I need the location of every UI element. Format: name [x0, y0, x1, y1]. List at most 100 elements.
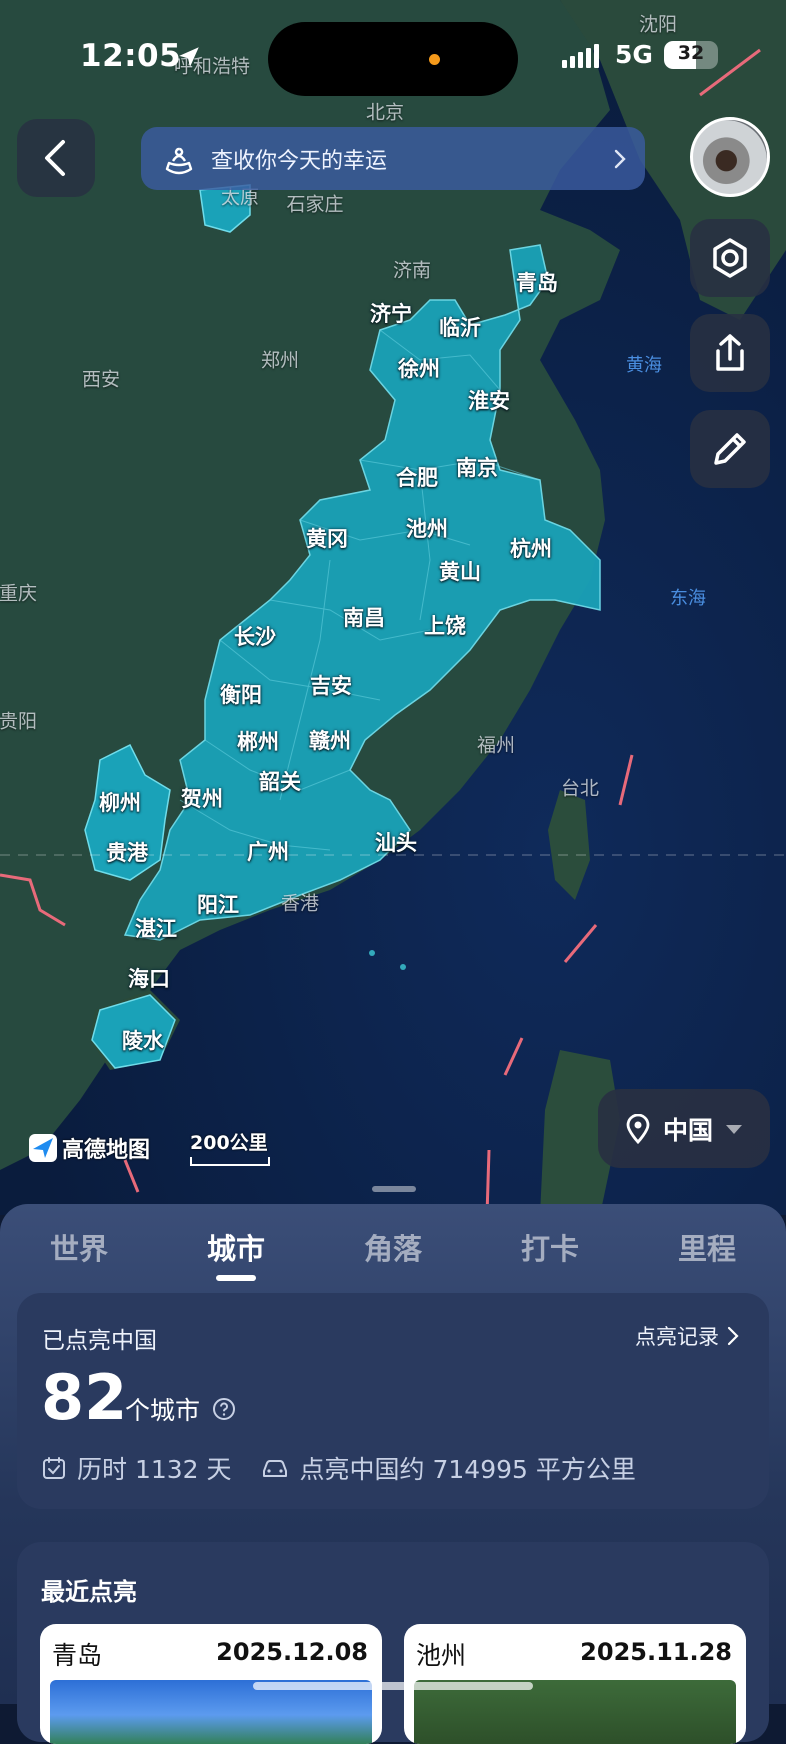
city-label-hangzhou[interactable]: 杭州: [510, 533, 552, 563]
map-provider-logo: 高德地图: [28, 1132, 150, 1164]
tab-mileage[interactable]: 里程: [678, 1226, 736, 1268]
network-type: 5G: [615, 40, 653, 69]
hexagon-gear-icon: [713, 238, 747, 278]
city-label-shaoguan[interactable]: 韶关: [259, 766, 301, 796]
map-scale-text: 200公里: [190, 1132, 268, 1154]
place-label-guiyang: 贵阳: [0, 710, 38, 733]
place-label-zhengzhou: 郑州: [260, 349, 300, 372]
place-label-beijing: 北京: [365, 101, 405, 124]
city-label-ganzhou[interactable]: 赣州: [309, 725, 351, 755]
place-label-taipei: 台北: [560, 777, 600, 800]
chevron-right-icon: [613, 148, 627, 170]
place-label-hongkong: 香港: [280, 892, 320, 915]
place-label-shijiazhuang: 石家庄: [286, 193, 344, 216]
place-label-chongqing: 重庆: [0, 582, 38, 605]
city-label-hezhou[interactable]: 贺州: [181, 783, 223, 813]
city-label-shangrao[interactable]: 上饶: [424, 610, 466, 640]
share-icon: [716, 334, 744, 371]
record-link-label: 点亮记录: [635, 1325, 719, 1349]
daily-fortune-banner[interactable]: 查收你今天的幸运: [141, 127, 645, 190]
recent-city-name: 青岛: [52, 1641, 103, 1670]
status-time: 12:05: [80, 38, 182, 74]
region-selector-label: 中国: [662, 1115, 713, 1145]
car-icon: [262, 1460, 287, 1477]
location-pin-icon: [626, 1113, 650, 1144]
cellular-signal-icon: [562, 44, 599, 68]
place-label-shenyang: 沈阳: [638, 13, 678, 36]
tab-world[interactable]: 世界: [50, 1226, 108, 1268]
place-label-xian: 西安: [81, 368, 121, 391]
edit-button[interactable]: [690, 410, 770, 488]
home-indicator: [253, 1682, 533, 1690]
recent-date: 2025.12.08: [216, 1638, 368, 1666]
city-label-guangzhou[interactable]: 广州: [247, 836, 289, 866]
city-label-jining[interactable]: 济宁: [370, 298, 412, 328]
city-label-chizhou[interactable]: 池州: [406, 513, 448, 543]
city-label-shantou[interactable]: 汕头: [375, 827, 417, 857]
sea-label-huanghai: 黄海: [626, 355, 662, 376]
city-label-nanchang[interactable]: 南昌: [343, 602, 385, 632]
city-label-lingshui[interactable]: 陵水: [122, 1025, 164, 1055]
stats-card: 已点亮中国 点亮记录 82 个城市 历时 1132 天 点亮中国约 714995…: [17, 1293, 769, 1509]
dynamic-island: [268, 22, 518, 96]
share-button[interactable]: [690, 314, 770, 392]
recent-title: 最近点亮: [41, 1578, 137, 1606]
city-label-hengyang[interactable]: 衡阳: [220, 679, 262, 709]
place-label-fuzhou: 福州: [476, 734, 516, 757]
city-label-changsha[interactable]: 长沙: [234, 621, 276, 651]
pencil-icon: [714, 433, 746, 465]
city-label-qingdao[interactable]: 青岛: [516, 267, 558, 297]
city-label-chenzhou[interactable]: 郴州: [237, 726, 279, 756]
city-label-zhanjiang[interactable]: 湛江: [135, 913, 177, 943]
place-label-jinan: 济南: [392, 259, 432, 282]
region-selector[interactable]: 中国: [598, 1089, 770, 1168]
help-icon[interactable]: [212, 1397, 236, 1421]
city-label-yangjiang[interactable]: 阳江: [197, 889, 239, 919]
duration-text: 历时 1132 天: [77, 1455, 232, 1484]
stats-meta-row: 历时 1132 天 点亮中国约 714995 平方公里: [41, 1450, 636, 1486]
chevron-left-icon: [45, 140, 65, 176]
fortune-text: 查收你今天的幸运: [211, 148, 388, 174]
city-label-nanjing[interactable]: 南京: [456, 452, 498, 482]
active-tab-indicator: [216, 1275, 256, 1281]
battery-level: 32: [677, 42, 705, 64]
area-text: 点亮中国约 714995 平方公里: [299, 1455, 636, 1484]
record-link[interactable]: 点亮记录: [635, 1321, 739, 1351]
city-count-unit-row: 个城市: [125, 1391, 236, 1427]
city-label-jian[interactable]: 吉安: [310, 670, 352, 700]
city-label-huangshan[interactable]: 黄山: [439, 556, 481, 586]
avatar[interactable]: [690, 117, 770, 197]
city-count: 82: [41, 1361, 128, 1434]
location-arrow-icon: [179, 47, 199, 67]
sea-label-donghai: 东海: [670, 588, 706, 609]
city-label-linyi[interactable]: 临沂: [439, 312, 481, 342]
tab-checkin[interactable]: 打卡: [521, 1226, 579, 1268]
recent-city-name: 池州: [416, 1641, 467, 1670]
tab-corner[interactable]: 角落: [364, 1226, 422, 1268]
city-label-hefei[interactable]: 合肥: [396, 462, 438, 492]
map-scale: 200公里: [190, 1128, 270, 1166]
city-label-huaian[interactable]: 淮安: [468, 385, 510, 415]
privacy-indicator-dot: [429, 54, 440, 65]
sheet-drag-handle[interactable]: [372, 1186, 416, 1192]
caret-down-icon: [726, 1124, 742, 1134]
city-label-liuzhou[interactable]: 柳州: [99, 787, 141, 817]
map-logo-text: 高德地图: [62, 1138, 151, 1163]
city-label-xuzhou[interactable]: 徐州: [398, 353, 440, 383]
back-button[interactable]: [17, 119, 95, 197]
recent-date: 2025.11.28: [580, 1638, 732, 1666]
stats-title: 已点亮中国: [42, 1328, 157, 1354]
city-count-unit: 个城市: [125, 1396, 201, 1425]
chevron-right-icon: [727, 1326, 739, 1346]
city-label-guigang[interactable]: 贵港: [106, 837, 148, 867]
tab-city[interactable]: 城市: [207, 1226, 265, 1268]
calendar-check-icon: [43, 1457, 65, 1479]
recent-lit-section: 最近点亮 青岛 2025.12.08 池州 2025.11.28: [17, 1542, 769, 1744]
settings-button[interactable]: [690, 219, 770, 297]
category-tabs: 世界 城市 角落 打卡 里程: [0, 1226, 786, 1286]
city-label-huanggang[interactable]: 黄冈: [306, 523, 348, 553]
amap-logo-icon: [29, 1134, 57, 1162]
city-label-haikou[interactable]: 海口: [128, 963, 170, 993]
fortune-genie-icon: [161, 143, 199, 175]
battery-icon: 32: [664, 41, 718, 69]
